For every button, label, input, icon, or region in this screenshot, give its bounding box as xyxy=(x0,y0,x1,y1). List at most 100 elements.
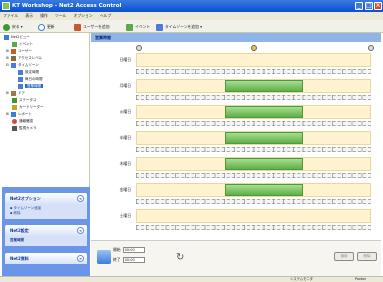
menu-tools[interactable]: ツール xyxy=(55,13,66,18)
clock-icon xyxy=(156,23,163,31)
tree-item-status[interactable]: ステータス xyxy=(12,97,37,103)
end-time-input[interactable]: 00:00 xyxy=(122,257,145,263)
alarm-icon xyxy=(12,118,17,124)
minimize-icon[interactable]: _ xyxy=(355,2,363,10)
tree-item-card-readers[interactable]: カードリーダー xyxy=(12,104,44,110)
weekly-schedule-grid: 日曜日 月曜日 火曜日 水曜日 木曜日 金曜日 土曜日 xyxy=(120,53,371,230)
day-label: 土曜日 xyxy=(119,213,131,218)
day-row[interactable] xyxy=(136,183,371,197)
maximize-icon[interactable]: □ xyxy=(365,2,373,10)
schedule-bar[interactable] xyxy=(225,106,304,118)
time-markers xyxy=(91,43,381,53)
back-button[interactable]: 戻る ▾ xyxy=(3,23,23,31)
tree-item-cameras[interactable]: 監視カメラ xyxy=(12,125,37,131)
events-icon xyxy=(12,41,17,47)
schedule-bar[interactable] xyxy=(225,184,304,196)
status-icon xyxy=(12,97,17,103)
day-label: 火曜日 xyxy=(119,109,131,114)
menu-file[interactable]: ファイル xyxy=(3,13,18,18)
report-icon xyxy=(10,111,16,117)
collapse-chevron-icon[interactable]: « xyxy=(77,227,84,234)
apply-button[interactable]: 適用 xyxy=(334,252,354,261)
day-row[interactable] xyxy=(136,157,371,171)
undo-icon[interactable]: ↻ xyxy=(176,252,184,263)
day-row[interactable] xyxy=(136,79,371,93)
add-user-button[interactable]: ユーザーを追加 xyxy=(74,23,110,31)
status-brand: Paxton xyxy=(355,277,367,281)
day-label: 日曜日 xyxy=(119,57,131,62)
resources-panel-header[interactable]: Net2資料 » xyxy=(5,253,87,264)
day-label: 水曜日 xyxy=(119,135,131,140)
day-label: 木曜日 xyxy=(119,161,131,166)
timezone-icon xyxy=(97,250,111,264)
clock-icon xyxy=(18,83,23,89)
tree-item-business-hours[interactable]: 営業時間 xyxy=(18,83,43,89)
access-level-icon xyxy=(10,55,16,61)
noon-marker-icon[interactable] xyxy=(251,45,257,51)
net2-icon xyxy=(4,34,9,40)
close-icon[interactable]: × xyxy=(374,2,382,10)
menu-action[interactable]: 操作 xyxy=(40,13,48,18)
status-bar: システムモニタ Paxton xyxy=(0,276,383,282)
option-delete[interactable]: ▪ 削除 xyxy=(10,211,82,216)
tick-marks xyxy=(136,95,371,100)
events-button[interactable]: イベント xyxy=(126,23,150,31)
delete-button[interactable]: 削除 xyxy=(357,252,377,261)
tick-marks xyxy=(136,199,371,204)
menu-help[interactable]: ヘルプ xyxy=(100,13,111,18)
schedule-bar[interactable] xyxy=(225,132,304,144)
settings-panel-body: 営業時間 xyxy=(5,236,87,246)
tree-item-daily-time[interactable]: 毎日の時間 xyxy=(18,76,43,82)
tree-item-alarm-check[interactable]: 通報確認 xyxy=(12,118,33,124)
options-panel-body: ▪ タイムゾーン追加 ▪ 削除 xyxy=(5,204,87,219)
users-icon xyxy=(10,48,16,54)
day-row[interactable] xyxy=(136,53,371,67)
settings-business-hours[interactable]: 営業時間 xyxy=(10,238,82,243)
tree-item-doors[interactable]: ⊞ ドア xyxy=(6,90,25,96)
tick-marks xyxy=(136,173,371,178)
add-timezone-button[interactable]: タイムゾーンを追加 ▾ xyxy=(156,23,202,31)
tree-item-reports[interactable]: ⊞ レポート xyxy=(6,111,32,117)
day-label: 金曜日 xyxy=(119,187,131,192)
schedule-bar[interactable] xyxy=(225,80,304,92)
options-panel-header[interactable]: Net2オプション « xyxy=(5,193,87,204)
menu-options[interactable]: オプション xyxy=(74,13,93,18)
settings-panel-header[interactable]: Net2設定 « xyxy=(5,225,87,236)
window-title: KT Workshop - Net2 Access Control xyxy=(12,3,122,9)
door-icon xyxy=(10,90,16,96)
timezone-editor: 営業時間 日曜日月曜日火曜日水曜日木曜日金曜日土曜日 0:002:004:006… xyxy=(91,33,381,273)
tree-item-net2-view[interactable]: Net2ビュー xyxy=(4,34,30,40)
tick-marks xyxy=(136,225,371,230)
tree-item-timezones[interactable]: ⊟ タイムゾーン xyxy=(6,62,39,68)
end-marker-icon[interactable] xyxy=(368,45,374,51)
task-pane: Net2オプション « ▪ タイムゾーン追加 ▪ 削除 Net2設定 « 営業時… xyxy=(2,187,90,277)
menu-view[interactable]: 表示 xyxy=(25,13,33,18)
tick-marks xyxy=(136,147,371,152)
tree-item-users[interactable]: ⊞ ユーザー xyxy=(6,48,32,54)
title-bar: KT Workshop - Net2 Access Control _ □ × xyxy=(0,0,383,12)
timezone-icon xyxy=(10,62,16,68)
tree-item-access-levels[interactable]: ⊞ アクセスレベル xyxy=(6,55,42,61)
tick-marks xyxy=(136,121,371,126)
add-user-icon xyxy=(74,23,81,31)
day-row[interactable] xyxy=(136,105,371,119)
start-marker-icon[interactable] xyxy=(136,45,142,51)
tree-item-events[interactable]: イベント xyxy=(12,41,33,47)
tick-marks xyxy=(136,69,371,74)
refresh-button[interactable]: 更新 xyxy=(38,23,55,31)
day-row[interactable] xyxy=(136,209,371,223)
tree-item-set-time[interactable]: 設定時間 xyxy=(18,69,39,75)
end-time-field: 終了 00:00 xyxy=(113,257,145,263)
day-row[interactable] xyxy=(136,131,371,145)
page-title: 営業時間 xyxy=(91,33,381,42)
back-arrow-icon xyxy=(3,23,10,31)
expand-chevron-icon[interactable]: » xyxy=(77,255,84,262)
schedule-bar[interactable] xyxy=(225,158,304,170)
start-time-input[interactable]: 00:00 xyxy=(122,247,145,253)
collapse-chevron-icon[interactable]: « xyxy=(77,195,84,202)
card-reader-icon xyxy=(12,104,17,110)
events-icon xyxy=(126,23,133,31)
app-window: KT Workshop - Net2 Access Control _ □ × … xyxy=(0,0,383,282)
clock-icon xyxy=(18,76,23,82)
menu-bar: ファイル 表示 操作 ツール オプション ヘルプ xyxy=(0,12,383,20)
